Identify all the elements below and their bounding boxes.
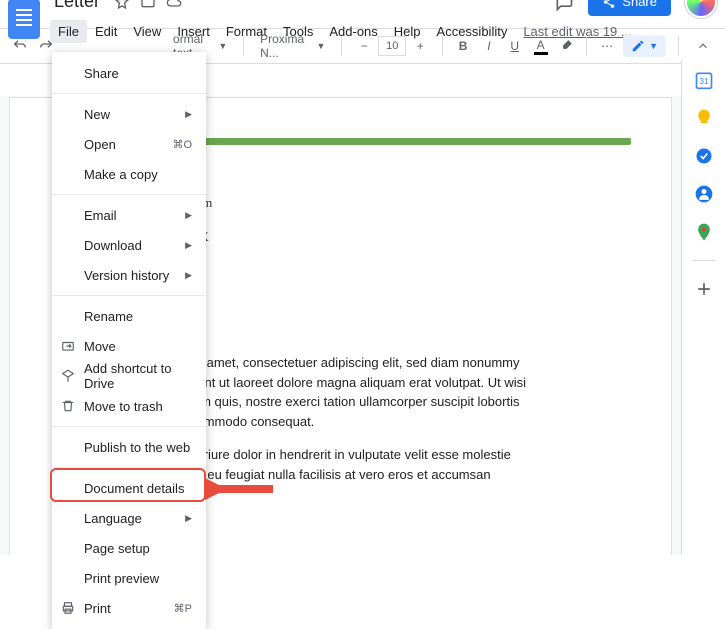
chevron-right-icon: ▶ — [185, 270, 192, 281]
highlight-color-button[interactable] — [557, 34, 577, 58]
bold-button[interactable]: B — [453, 34, 473, 58]
menu-view[interactable]: View — [125, 20, 169, 43]
chevron-right-icon: ▶ — [185, 513, 192, 524]
menu-item-label: Move — [84, 339, 116, 354]
maps-addon-icon[interactable] — [694, 222, 714, 242]
tasks-addon-icon[interactable] — [694, 146, 714, 166]
menu-item-label: Document details — [84, 481, 184, 496]
body-text: 5 — [190, 294, 631, 314]
star-icon[interactable] — [114, 0, 130, 10]
menu-item-document-details[interactable]: Document details — [52, 473, 206, 503]
menu-item-label: Add shortcut to Drive — [84, 361, 192, 391]
chevron-right-icon: ▶ — [185, 240, 192, 251]
underline-button[interactable]: U — [505, 34, 525, 58]
font-size-input[interactable]: 10 — [378, 36, 406, 56]
print-icon — [60, 600, 76, 616]
menu-item-print-preview[interactable]: Print preview — [52, 563, 206, 593]
menu-item-label: Publish to the web — [84, 440, 190, 455]
menu-item-page-setup[interactable]: Page setup — [52, 533, 206, 563]
menu-item-share[interactable]: Share — [52, 58, 206, 88]
menu-item-language[interactable]: Language ▶ — [52, 503, 206, 533]
menu-item-rename[interactable]: Rename — [52, 301, 206, 331]
body-text: com — [190, 193, 631, 213]
menu-item-label: Make a copy — [84, 167, 158, 182]
chevron-down-icon: ▼ — [218, 41, 227, 51]
header-accent-bar — [190, 138, 631, 145]
shortcut-icon — [60, 368, 76, 384]
editing-mode-button[interactable]: ▼ — [623, 35, 666, 57]
menu-item-label: Move to trash — [84, 399, 163, 414]
move-icon[interactable] — [140, 0, 156, 10]
chevron-down-icon: ▼ — [649, 41, 658, 51]
menu-item-label: Download — [84, 238, 142, 253]
trash-icon — [60, 398, 76, 414]
menu-item-label: Email — [84, 208, 117, 223]
docs-logo-icon[interactable] — [8, 0, 40, 39]
body-text: n iriure dolor in hendrerit in vulputate… — [190, 445, 631, 484]
side-panel: 31 — [681, 60, 725, 555]
menu-item-print[interactable]: Print ⌘P — [52, 593, 206, 623]
menu-item-download[interactable]: Download ▶ — [52, 230, 206, 260]
body-text: sit amet, consectetuer adipiscing elit, … — [190, 353, 631, 431]
more-tools-button[interactable]: ⋯ — [597, 34, 617, 58]
menu-item-label: Share — [84, 66, 119, 81]
move-icon — [60, 338, 76, 354]
calendar-addon-icon[interactable]: 31 — [694, 70, 714, 90]
cloud-status-icon[interactable] — [166, 0, 182, 10]
add-addon-button[interactable] — [694, 279, 714, 299]
menu-item-label: Open — [84, 137, 116, 152]
share-button[interactable]: Share — [588, 0, 671, 16]
menu-item-label: Language — [84, 511, 142, 526]
menu-item-label: Print — [84, 601, 111, 616]
decrease-font-size-button[interactable]: − — [352, 34, 376, 58]
increase-font-size-button[interactable]: + — [408, 34, 432, 58]
chevron-down-icon: ▼ — [317, 41, 326, 51]
body-text: XX — [190, 227, 631, 247]
shortcut-label: ⌘O — [172, 138, 192, 151]
share-button-label: Share — [622, 0, 657, 9]
document-title[interactable]: Letter — [50, 0, 104, 12]
keep-addon-icon[interactable] — [694, 108, 714, 128]
collapse-toolbar-button[interactable] — [691, 34, 715, 58]
menu-item-make-a-copy[interactable]: Make a copy — [52, 159, 206, 189]
menu-item-label: Rename — [84, 309, 133, 324]
file-menu-dropdown: ShareNew▶Open⌘OMake a copyEmail▶Download… — [52, 52, 206, 629]
shortcut-label: ⌘P — [174, 602, 192, 615]
menu-item-label: Print preview — [84, 571, 159, 586]
user-avatar[interactable] — [685, 0, 717, 18]
menu-item-open[interactable]: Open ⌘O — [52, 129, 206, 159]
text-color-button[interactable]: A — [531, 34, 551, 58]
svg-text:31: 31 — [699, 76, 709, 86]
menu-item-add-shortcut-to-drive[interactable]: Add shortcut to Drive — [52, 361, 206, 391]
menu-item-label: New — [84, 107, 110, 122]
comments-icon[interactable] — [554, 0, 574, 12]
body-text: me — [190, 260, 631, 280]
contacts-addon-icon[interactable] — [694, 184, 714, 204]
menu-item-version-history[interactable]: Version history ▶ — [52, 260, 206, 290]
menu-item-move[interactable]: Move — [52, 331, 206, 361]
italic-button[interactable]: I — [479, 34, 499, 58]
menu-item-label: Version history — [84, 268, 169, 283]
menu-item-email[interactable]: Email ▶ — [52, 200, 206, 230]
chevron-right-icon: ▶ — [185, 210, 192, 221]
menu-item-move-to-trash[interactable]: Move to trash — [52, 391, 206, 421]
chevron-right-icon: ▶ — [185, 109, 192, 120]
menu-item-new[interactable]: New ▶ — [52, 99, 206, 129]
menu-item-label: Page setup — [84, 541, 150, 556]
menu-item-publish-to-the-web[interactable]: Publish to the web — [52, 432, 206, 462]
font-family-dropdown[interactable]: Proxima N...▼ — [254, 34, 331, 58]
menu-edit[interactable]: Edit — [87, 20, 125, 43]
